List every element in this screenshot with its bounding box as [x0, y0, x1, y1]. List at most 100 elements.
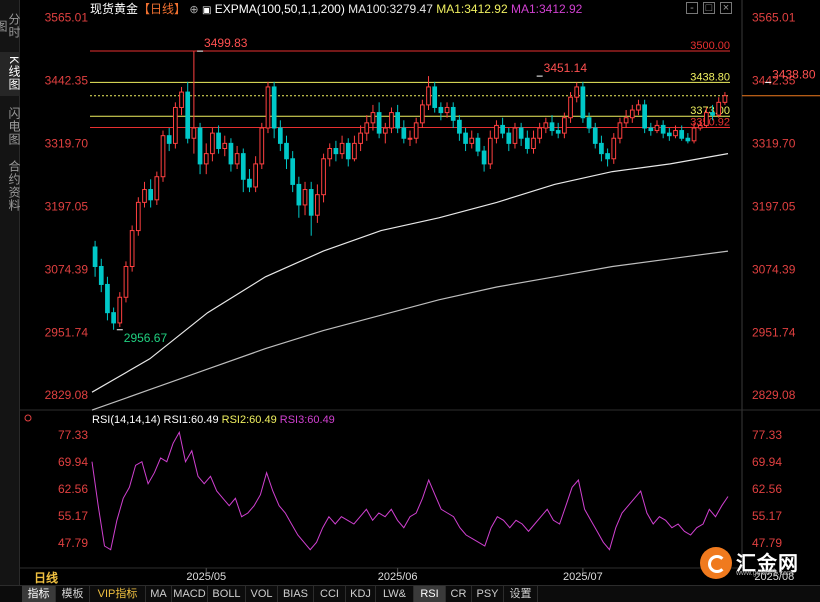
candle-body	[426, 86, 431, 106]
left-price-tick: 3074.39	[45, 262, 89, 276]
kline-chart[interactable]: 3565.01 3565.013442.35 3442.353319.70 3319.…	[20, 0, 820, 585]
bottom-tab-3[interactable]: MA	[146, 586, 172, 602]
level-label: 3500.00	[690, 40, 730, 52]
settings-icon[interactable]: ⊕	[189, 4, 198, 16]
indicator-legend: 现货黄金【日线】 ⊕ ▣ EXPMA(100,50,1,1,200) MA100…	[90, 2, 582, 18]
right-rsi-tick: 77.33	[752, 428, 782, 442]
candle-body	[666, 132, 672, 137]
chart-background	[20, 0, 820, 585]
right-rsi-tick: 62.56	[752, 482, 782, 496]
candle-body	[253, 163, 258, 188]
candle-body	[704, 112, 709, 126]
bottom-tab-7[interactable]: BIAS	[278, 586, 314, 602]
bottom-tab-13[interactable]: PSY	[472, 586, 504, 602]
candle-body	[370, 112, 376, 124]
ma100-value: MA100:3279.47	[348, 2, 433, 16]
candle-body	[654, 124, 660, 132]
bottom-tab-12[interactable]: CR	[446, 586, 472, 602]
bottom-tab-10[interactable]: LW&	[376, 586, 414, 602]
bottom-tab-6[interactable]: VOL	[246, 586, 278, 602]
candle-body	[173, 106, 178, 144]
candle-body	[432, 86, 438, 108]
candle-body	[315, 194, 320, 216]
period-label[interactable]: 日线	[34, 569, 58, 586]
candle-body	[586, 117, 592, 129]
candle-body	[419, 104, 425, 124]
candle-body	[185, 91, 191, 139]
candle-body	[135, 201, 141, 232]
left-price-tick: 2829.08	[45, 388, 89, 402]
candle-body	[216, 132, 221, 150]
tab-kline[interactable]: K线图	[0, 52, 21, 96]
right-price-tick: 2951.74	[752, 325, 796, 339]
candle-body	[333, 148, 339, 155]
bottom-tab-5[interactable]: BOLL	[208, 586, 246, 602]
bottom-tab-9[interactable]: KDJ	[346, 586, 376, 602]
candle-body	[179, 91, 184, 108]
candle-body	[543, 122, 549, 129]
x-axis-label: 2025/06	[378, 571, 418, 583]
candle-body	[438, 106, 444, 114]
candle-body	[469, 137, 475, 144]
candle-body	[457, 119, 462, 134]
candle-body	[259, 127, 265, 165]
left-price-tick: 2951.74	[45, 325, 89, 339]
ma1-value: MA1:3412.92	[436, 2, 508, 16]
tab-contract-info[interactable]: 合约资料	[0, 156, 21, 216]
bottom-tab-1[interactable]: 模板	[56, 586, 90, 602]
candle-body	[617, 122, 623, 139]
tab-timeshare[interactable]: 分时图	[0, 4, 21, 48]
candle-body	[105, 283, 110, 314]
candle-body	[123, 265, 129, 298]
tab-flash[interactable]: 闪电图	[0, 100, 21, 152]
left-price-tick: 3565.01	[45, 11, 89, 25]
candle-body	[611, 137, 617, 160]
level-label: 3438.80	[690, 71, 730, 83]
chart-window: 分时图 K线图 闪电图 合约资料 3565.01 3565.01 3442.35 34…	[0, 0, 820, 602]
candle-body	[222, 142, 228, 150]
candle-body	[413, 122, 419, 139]
left-rsi-tick: 77.33	[58, 428, 88, 442]
candle-body	[284, 142, 289, 160]
maximize-icon[interactable]: □	[703, 2, 715, 14]
candle-body	[154, 176, 160, 201]
rsi2-value: RSI2:60.49	[221, 414, 277, 426]
bottom-tab-0[interactable]: 指标	[22, 586, 56, 602]
left-price-tick: 3197.05	[45, 199, 89, 213]
candle-body	[352, 142, 357, 160]
bottom-tab-2[interactable]: VIP指标	[90, 586, 146, 602]
bottom-tab-4[interactable]: MACD	[172, 586, 208, 602]
right-price-tick: 3565.01	[752, 11, 796, 25]
candle-body	[592, 127, 598, 144]
candle-body	[247, 178, 252, 188]
candle-body	[463, 132, 468, 144]
candle-body	[697, 124, 703, 129]
candle-body	[321, 158, 326, 196]
candle-body	[290, 158, 296, 185]
candle-body	[512, 127, 518, 144]
left-tab-bar: 分时图 K线图 闪电图 合约资料	[0, 0, 21, 585]
candle-body	[203, 153, 209, 165]
candle-body	[389, 112, 394, 129]
candle-body	[234, 153, 240, 165]
minimize-icon[interactable]: -	[686, 2, 698, 14]
candle-body	[142, 189, 147, 203]
expma-label: EXPMA(100,50,1,1,200)	[214, 2, 345, 16]
candle-body	[450, 106, 456, 121]
bottom-tab-11[interactable]: RSI	[414, 586, 446, 602]
candle-body	[487, 137, 493, 165]
x-axis-label: 2025/05	[186, 571, 226, 583]
left-rsi-tick: 62.56	[58, 482, 88, 496]
rsi3-value: RSI3:60.49	[279, 414, 335, 426]
candle-body	[382, 127, 388, 134]
close-icon[interactable]: ×	[720, 2, 732, 14]
bottom-tab-8[interactable]: CCI	[314, 586, 346, 602]
logo-url: www.gold678.com	[736, 570, 793, 577]
candle-body	[500, 124, 505, 134]
candle-body	[629, 109, 635, 119]
candle-body	[673, 130, 678, 137]
candle-body	[92, 246, 98, 267]
price-annotation: 3499.83	[204, 36, 248, 50]
symbol-name: 现货黄金	[90, 2, 139, 16]
bottom-tab-14[interactable]: 设置	[504, 586, 538, 602]
